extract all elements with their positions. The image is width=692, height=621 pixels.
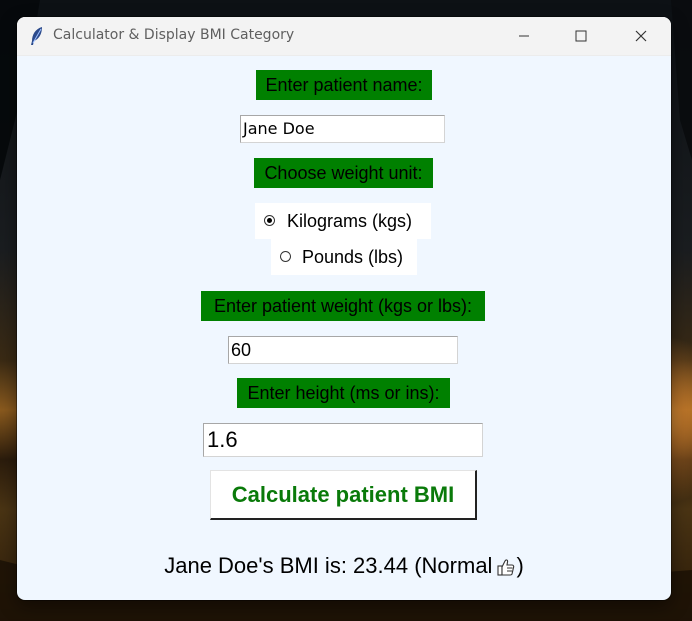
radio-kilograms-label: Kilograms (kgs) xyxy=(287,211,413,231)
window-title: Calculator & Display BMI Category xyxy=(53,27,295,43)
maximize-button[interactable] xyxy=(558,17,604,55)
calculate-bmi-button[interactable]: Calculate patient BMI xyxy=(210,470,477,520)
close-button[interactable] xyxy=(618,17,664,55)
minimize-button[interactable] xyxy=(501,17,547,55)
app-window: Calculator & Display BMI Category Enter … xyxy=(17,17,671,600)
bmi-result-text: Jane Doe's BMI is: 23.44 (Normal xyxy=(164,553,493,578)
minimize-icon xyxy=(519,35,529,37)
radio-kilograms[interactable]: Kilograms (kgs) xyxy=(255,203,431,239)
bmi-result-close: ) xyxy=(516,553,524,578)
radio-unselected-icon xyxy=(280,251,291,262)
title-bar[interactable]: Calculator & Display BMI Category xyxy=(17,17,671,56)
radio-pounds-label: Pounds (lbs) xyxy=(302,247,404,267)
patient-name-label: Enter patient name: xyxy=(256,70,432,100)
maximize-icon xyxy=(575,30,587,42)
radio-pounds[interactable]: Pounds (lbs) xyxy=(271,239,417,275)
bmi-result: Jane Doe's BMI is: 23.44 (Normal ) xyxy=(17,553,671,579)
patient-weight-input[interactable]: 60 xyxy=(228,336,458,364)
height-input[interactable]: 1.6 xyxy=(203,423,483,457)
height-label: Enter height (ms or ins): xyxy=(237,378,450,408)
patient-name-input[interactable]: Jane Doe xyxy=(240,115,445,143)
thumbs-up-icon xyxy=(497,559,515,576)
weight-unit-label: Choose weight unit: xyxy=(254,158,433,188)
feather-icon xyxy=(31,27,42,45)
close-icon xyxy=(635,30,647,42)
radio-selected-icon xyxy=(264,215,275,226)
patient-weight-label: Enter patient weight (kgs or lbs): xyxy=(201,291,485,321)
